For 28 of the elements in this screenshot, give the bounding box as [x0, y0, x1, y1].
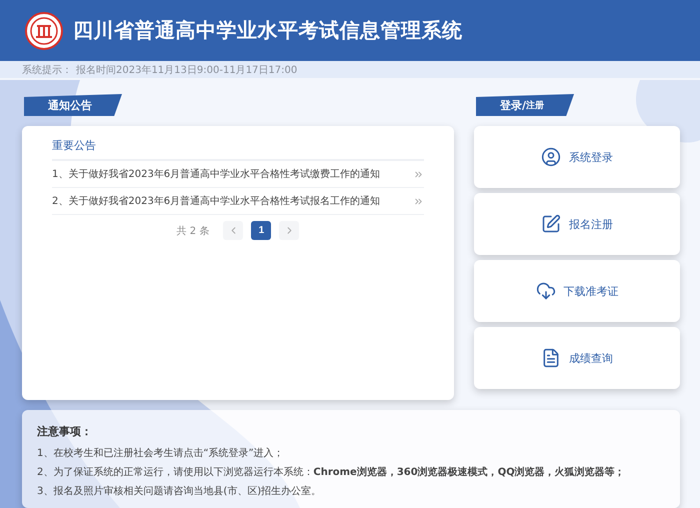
background-wave	[636, 80, 700, 142]
user-icon	[541, 147, 561, 167]
document-icon	[541, 348, 561, 368]
action-button[interactable]: 成绩查询	[474, 327, 680, 389]
announcement-link[interactable]: 1、关于做好我省2023年6月普通高中学业水平合格性考试缴费工作的通知	[52, 167, 380, 181]
emblem-logo	[25, 12, 63, 50]
notes-title: 注意事项：	[37, 424, 93, 439]
cloud-download-icon	[536, 281, 556, 301]
previous-page-button[interactable]	[223, 221, 244, 240]
note-line: 1、在校考生和已注册社会考生请点击“系统登录”进入；	[37, 446, 285, 460]
action-button[interactable]: 系统登录	[474, 126, 680, 188]
section-ribbon: 通知公告	[24, 94, 122, 116]
page-button[interactable]: 1	[251, 221, 272, 240]
note-line: 3、报名及照片审核相关问题请咨询当地县(市、区)招生办公室。	[37, 484, 322, 498]
edit-icon	[541, 214, 561, 234]
next-page-button[interactable]	[279, 221, 300, 240]
total-count: 共 2 条	[176, 224, 210, 238]
action-button[interactable]: 下载准考证	[474, 260, 680, 322]
notice-text: 报名时间2023年11月13日9:00-11月17日17:00	[76, 64, 298, 77]
notice-label: 系统提示：	[22, 64, 72, 77]
announcement-link[interactable]: 2、关于做好我省2023年6月普通高中学业水平合格性考试报名工作的通知	[52, 194, 380, 208]
double-chevron-icon[interactable]	[413, 168, 424, 180]
note-line: 2、为了保证系统的正常运行，请使用以下浏览器运行本系统：Chrome浏览器，360浏览器极速模式，QQ浏览器，火狐浏览器等；	[37, 466, 626, 479]
announcement-heading: 重要公告	[52, 138, 424, 161]
section-ribbon: 登录/注册	[476, 94, 574, 116]
system-title: 四川省普通高中学业水平考试信息管理系统	[73, 17, 462, 44]
action-button[interactable]: 报名注册	[474, 193, 680, 255]
double-chevron-icon[interactable]	[413, 196, 424, 206]
